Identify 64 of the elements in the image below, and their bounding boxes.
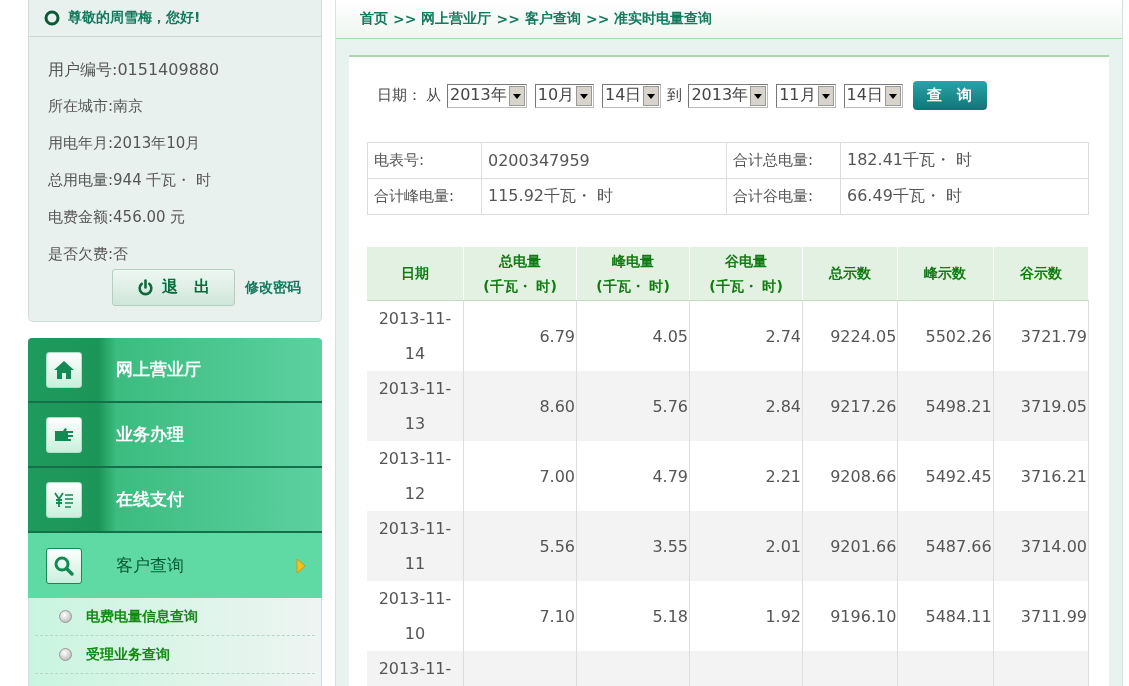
account-info-text: 所在城市:南京 (48, 96, 145, 117)
breadcrumb-link[interactable]: 客户查询 (524, 10, 581, 28)
table-cell: 2.84 (689, 371, 803, 441)
breadcrumb-separator: >> (496, 11, 520, 27)
logout-button[interactable]: 退 出 (112, 269, 235, 306)
power-icon (137, 279, 154, 296)
table-cell: 2.01 (689, 511, 803, 581)
summary-value: 115.92千瓦・ 时 (481, 178, 727, 215)
table-cell: 8.60 (463, 371, 577, 441)
summary-label: 合计谷电量: (726, 178, 841, 215)
change-password-link[interactable]: 修改密码 (245, 278, 301, 297)
column-header: 峰电量 (千瓦・ 时) (576, 247, 690, 301)
dropdown[interactable]: 2013年 (688, 83, 769, 108)
bullet-icon (59, 610, 72, 623)
table-cell: 2013-11- (367, 651, 464, 686)
summary-label: 合计峰电量: (367, 178, 482, 215)
summary-label: 电表号: (367, 142, 482, 179)
summary-value: 0200347959 (481, 142, 727, 179)
menu-item[interactable]: 客户查询 (28, 533, 322, 598)
breadcrumb-link[interactable]: 准实时电量查询 (614, 10, 713, 28)
to-label: 到 (667, 86, 683, 105)
column-header: 峰示数 (897, 247, 994, 301)
column-header: 总示数 (802, 247, 898, 301)
table-cell: 5.76 (576, 371, 690, 441)
date-label: 日期： (377, 86, 422, 105)
column-header: 谷示数 (993, 247, 1089, 301)
column-header: 谷电量 (千瓦・ 时) (689, 247, 803, 301)
summary-label: 合计总电量: (726, 142, 841, 179)
query-button[interactable]: 查 询 (912, 81, 987, 110)
arrow-icon (296, 557, 306, 574)
summary-value: 182.41千瓦・ 时 (840, 142, 1089, 179)
dropdown[interactable]: 10月 (534, 83, 595, 108)
from-label: 从 (426, 86, 441, 105)
account-info-text: 用电年月:2013年10月 (48, 133, 202, 154)
breadcrumb-separator: >> (393, 11, 417, 27)
table-cell: 5487.66 (897, 511, 994, 581)
table-cell: 3714.00 (993, 511, 1089, 581)
submenu-link[interactable]: 受理业务查询 (86, 645, 170, 664)
dropdown[interactable]: 11月 (776, 83, 836, 108)
dropdown[interactable]: 14日 (843, 83, 903, 108)
table-cell: 2013-11-13 (367, 371, 464, 441)
greeting-text: 尊敬的周雪梅，您好! (68, 9, 201, 27)
summary-value: 66.49千瓦・ 时 (840, 178, 1089, 215)
dropdown[interactable]: 14日 (602, 83, 662, 108)
breadcrumb-separator: >> (585, 11, 610, 27)
ring-icon (44, 10, 60, 26)
table-cell: 3.55 (576, 511, 690, 581)
table-cell: 9201.66 (802, 511, 898, 581)
table-cell: 9217.26 (802, 371, 898, 441)
column-header: 日期 (367, 247, 464, 301)
account-info-text: 电费金额:456.00 元 (48, 207, 187, 228)
table-cell: 2013-11-11 (367, 511, 464, 581)
account-info-text: 用户编号:0151409880 (48, 59, 221, 81)
bullet-icon (59, 648, 72, 661)
account-info-text: 总用电量:944 千瓦・ 时 (48, 170, 213, 191)
submenu-link[interactable]: 电费电量信息查询 (86, 607, 198, 626)
account-info-text: 是否欠费:否 (48, 244, 130, 265)
table-cell: 5.56 (463, 511, 577, 581)
breadcrumb-link[interactable]: 首页 (360, 10, 388, 28)
breadcrumb-link[interactable]: 网上营业厅 (421, 10, 492, 28)
column-header: 总电量 (千瓦・ 时) (463, 247, 577, 301)
table-cell: 3719.05 (993, 371, 1089, 441)
dropdown[interactable]: 2013年 (447, 83, 527, 108)
table-cell: 5498.21 (897, 371, 994, 441)
